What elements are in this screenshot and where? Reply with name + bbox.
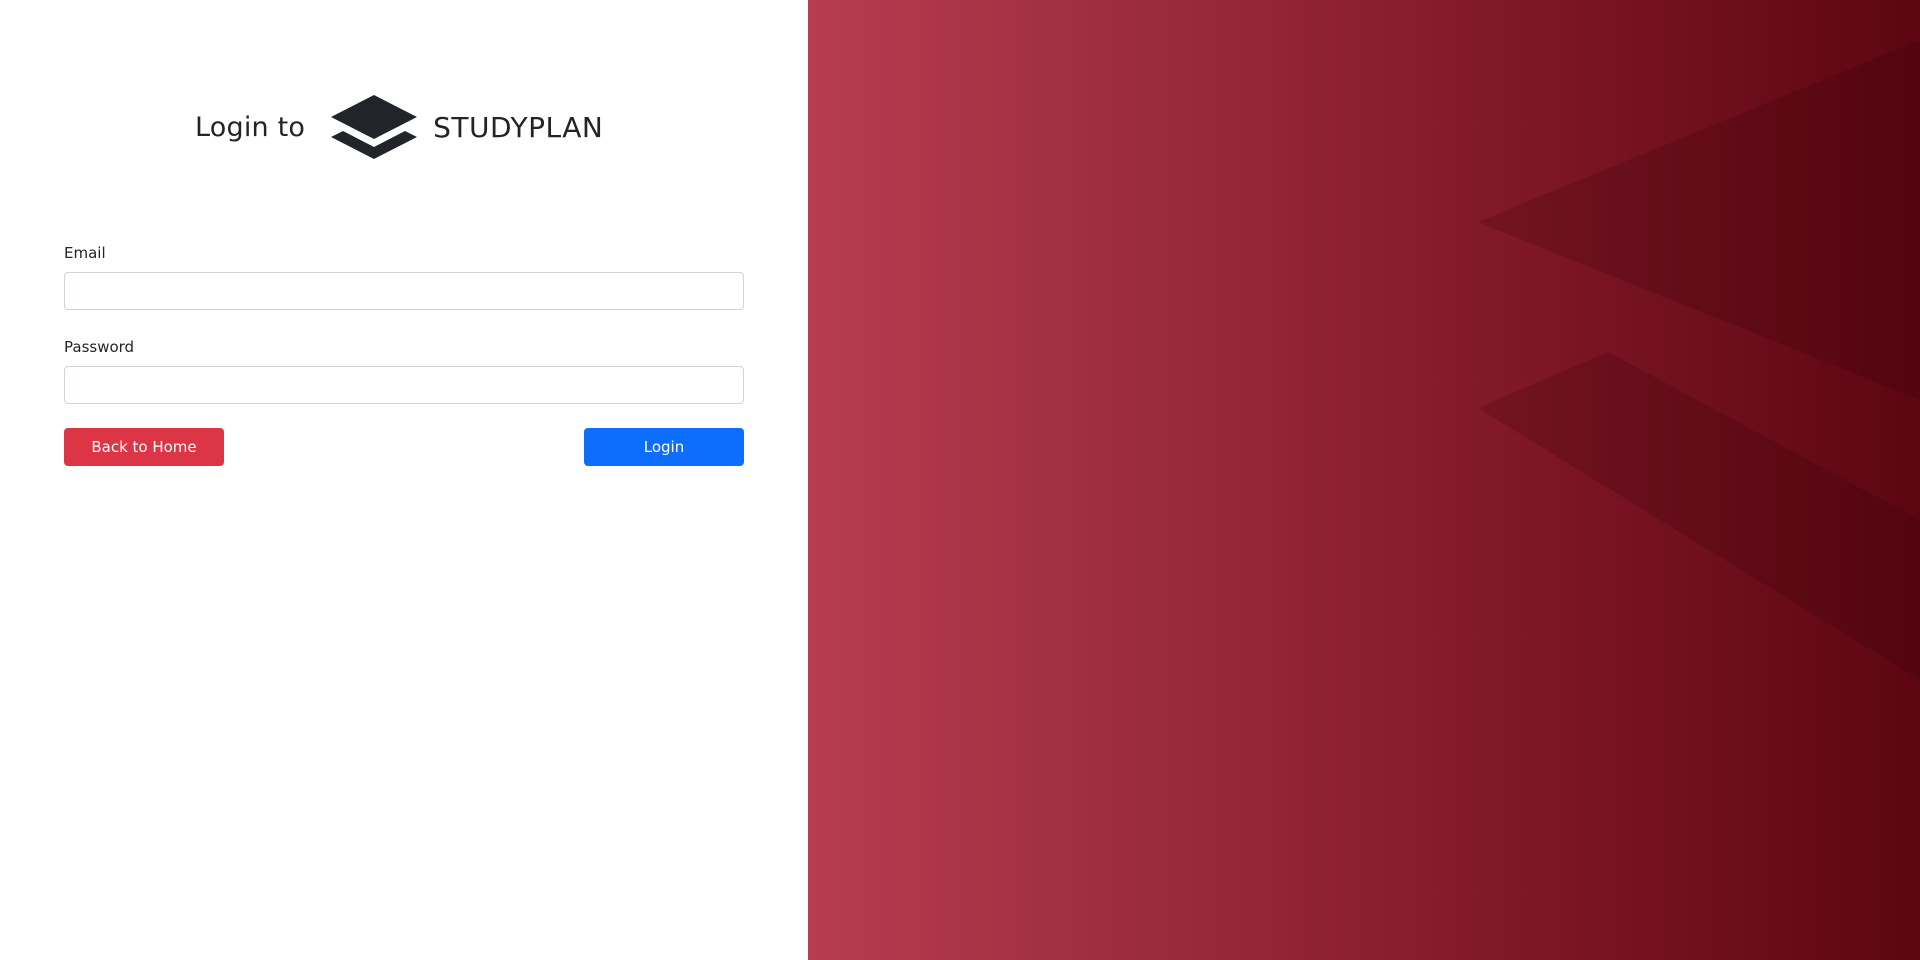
brand-header: Login to STUDYPLAN (195, 92, 603, 162)
back-to-home-button[interactable]: Back to Home (64, 428, 224, 466)
brand-logo-text: STUDYPLAN (433, 110, 604, 144)
login-heading: Login to (195, 111, 306, 143)
password-field[interactable] (64, 366, 744, 404)
email-field[interactable] (64, 272, 744, 310)
login-panel: Login to STUDYPLAN Email Password Back t… (0, 0, 808, 960)
password-label: Password (64, 338, 135, 356)
background-layers-decoration (1478, 40, 1920, 680)
stacked-layers-icon (331, 95, 418, 159)
login-page: Login to STUDYPLAN Email Password Back t… (0, 0, 1920, 960)
decorative-background-panel (808, 0, 1920, 960)
login-button[interactable]: Login (584, 428, 744, 466)
email-label: Email (64, 244, 106, 262)
